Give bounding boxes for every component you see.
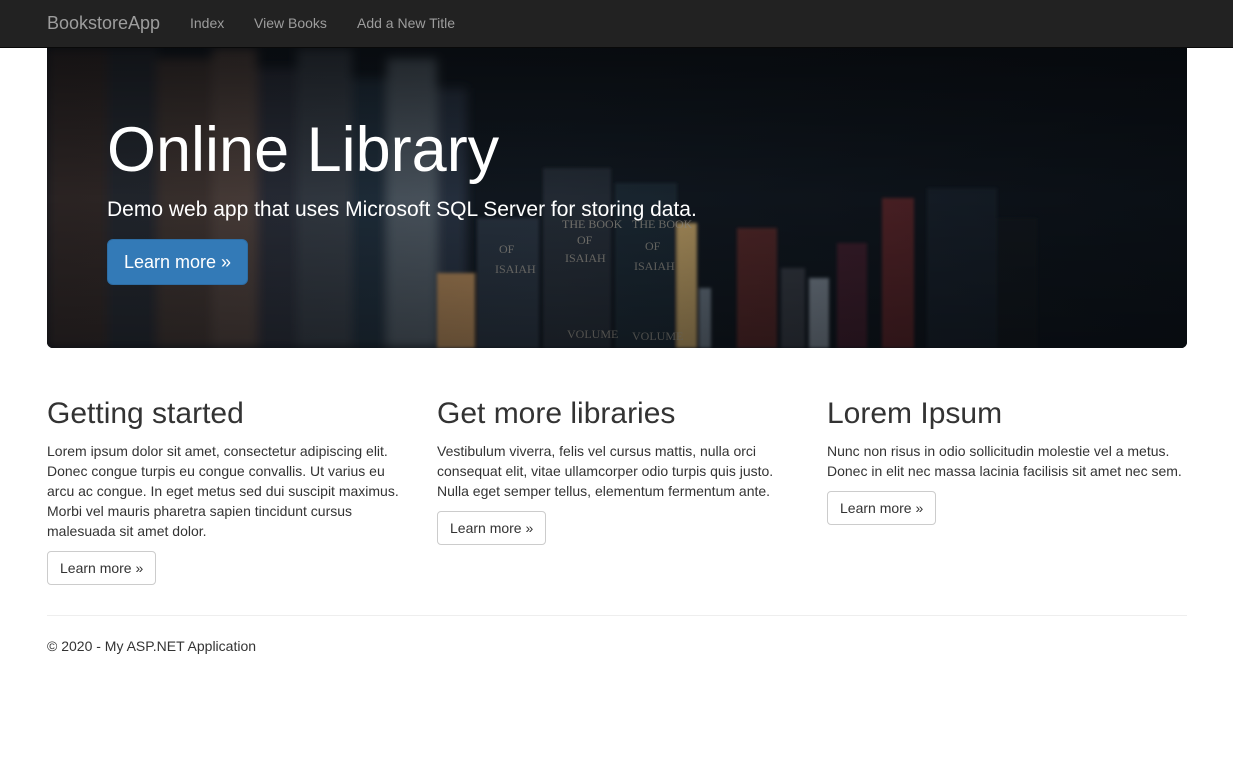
nav-link-index[interactable]: Index bbox=[190, 15, 224, 31]
column-text: Vestibulum viverra, felis vel cursus mat… bbox=[437, 443, 774, 499]
nav-link-view-books[interactable]: View Books bbox=[254, 15, 327, 31]
column-text: Lorem ipsum dolor sit amet, consectetur … bbox=[47, 443, 399, 539]
footer-divider bbox=[47, 615, 1187, 616]
footer-text: © 2020 - My ASP.NET Application bbox=[47, 638, 257, 654]
getting-started-learn-more-button[interactable]: Learn more » bbox=[47, 551, 157, 585]
column-get-more-libraries: Get more libraries Vestibulum viverra, f… bbox=[437, 396, 797, 545]
nav-link-add-title[interactable]: Add a New Title bbox=[357, 15, 455, 31]
brand-link[interactable]: BookstoreApp bbox=[47, 13, 160, 33]
jumbotron-lead: Demo web app that uses Microsoft SQL Ser… bbox=[107, 198, 697, 221]
column-heading: Get more libraries bbox=[437, 397, 676, 430]
column-heading: Getting started bbox=[47, 397, 244, 430]
libraries-learn-more-button[interactable]: Learn more » bbox=[437, 511, 547, 545]
column-heading: Lorem Ipsum bbox=[827, 397, 1003, 430]
jumbotron-learn-more-button[interactable]: Learn more » bbox=[107, 239, 248, 285]
jumbotron: OF ISAIAH THE BOOK OF ISAIAH THE BOOK OF… bbox=[47, 48, 1187, 348]
lorem-ipsum-learn-more-button[interactable]: Learn more » bbox=[827, 491, 937, 525]
column-text: Nunc non risus in odio sollicitudin mole… bbox=[827, 443, 1182, 479]
page-title: Online Library bbox=[107, 115, 500, 185]
navbar: BookstoreApp Index View Books Add a New … bbox=[0, 0, 1233, 48]
column-getting-started: Getting started Lorem ipsum dolor sit am… bbox=[47, 396, 407, 585]
column-lorem-ipsum: Lorem Ipsum Nunc non risus in odio solli… bbox=[827, 396, 1187, 525]
